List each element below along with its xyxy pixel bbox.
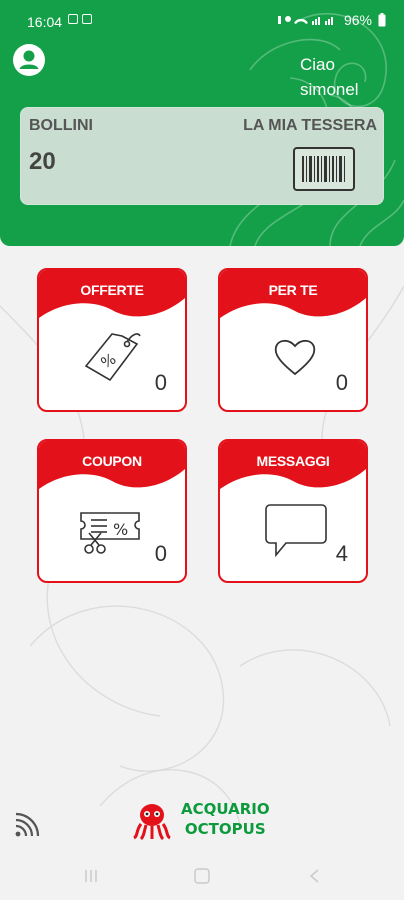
tile-for-you[interactable]: PER TE 0 bbox=[218, 268, 368, 412]
heart-icon bbox=[274, 339, 316, 376]
notification-icons bbox=[68, 14, 92, 24]
brand-name: ACQUARIO OCTOPUS bbox=[181, 799, 270, 839]
tile-header: PER TE bbox=[220, 270, 366, 318]
tile-header: OFFERTE bbox=[39, 270, 185, 318]
tile-title: PER TE bbox=[268, 282, 318, 298]
coupon-scissors-icon: % bbox=[80, 512, 140, 554]
tile-title: COUPON bbox=[82, 453, 142, 469]
svg-text:%: % bbox=[113, 520, 128, 539]
tile-count: 0 bbox=[154, 541, 167, 566]
tile-header: MESSAGGI bbox=[220, 441, 366, 489]
battery-icon bbox=[378, 13, 386, 27]
signal-icon bbox=[277, 16, 333, 25]
tile-count: 0 bbox=[154, 370, 167, 395]
brand-line-2: OCTOPUS bbox=[184, 820, 266, 838]
status-time: 16:04 bbox=[27, 14, 63, 30]
system-status: 96% bbox=[277, 12, 386, 28]
profile-avatar[interactable] bbox=[13, 44, 45, 76]
discount-tag-icon: % bbox=[84, 333, 141, 382]
brand-line-1: ACQUARIO bbox=[181, 800, 270, 818]
tile-offers[interactable]: OFFERTE % 0 bbox=[37, 268, 187, 412]
notification-icon bbox=[68, 14, 78, 24]
loyalty-card[interactable]: BOLLINI 20 LA MIA TESSERA bbox=[20, 107, 384, 205]
message-bubble-icon bbox=[265, 504, 327, 558]
system-nav-bar bbox=[0, 855, 404, 900]
recent-apps-icon[interactable] bbox=[82, 867, 100, 885]
tile-count: 0 bbox=[335, 370, 348, 395]
tile-header: COUPON bbox=[39, 441, 185, 489]
octopus-logo-icon bbox=[133, 804, 171, 840]
tile-title: MESSAGGI bbox=[256, 453, 330, 469]
tile-count: 4 bbox=[335, 541, 348, 566]
points-label: BOLLINI bbox=[29, 117, 93, 134]
barcode-icon[interactable] bbox=[293, 147, 355, 191]
tile-messages[interactable]: MESSAGGI 4 bbox=[218, 439, 368, 583]
svg-text:%: % bbox=[98, 350, 119, 373]
battery-level: 96% bbox=[343, 12, 372, 28]
user-icon bbox=[19, 50, 39, 69]
tile-title: OFFERTE bbox=[80, 282, 144, 298]
tile-coupon[interactable]: COUPON % 0 bbox=[37, 439, 187, 583]
home-icon[interactable] bbox=[193, 867, 211, 885]
notification-icon bbox=[82, 14, 92, 24]
nfc-icon[interactable] bbox=[14, 812, 40, 838]
brand-logo: ACQUARIO OCTOPUS bbox=[132, 796, 282, 842]
back-icon[interactable] bbox=[306, 867, 324, 885]
points-value: 20 bbox=[29, 148, 56, 175]
greeting-text: Ciao simonel bbox=[300, 55, 359, 99]
my-card-title: LA MIA TESSERA bbox=[243, 117, 377, 134]
header: 16:04 96% Ciao simonel BOLLINI 20 LA MIA… bbox=[0, 0, 404, 246]
status-bar: 16:04 96% bbox=[0, 0, 404, 44]
